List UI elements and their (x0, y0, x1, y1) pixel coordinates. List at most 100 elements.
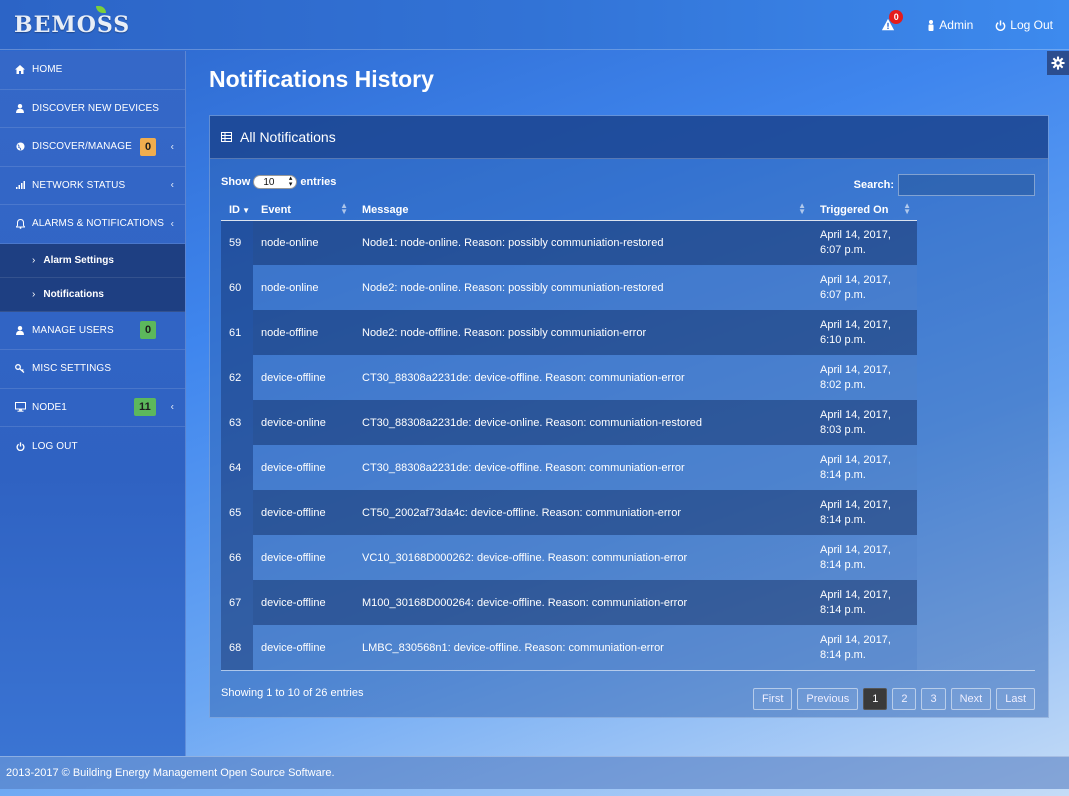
pagination-previous-button[interactable]: Previous (797, 688, 859, 710)
alert-count-badge: 0 (889, 10, 904, 24)
triggered-date: April 14, 2017, (820, 633, 891, 646)
sidebar-subitem-alarm-settings[interactable]: › Alarm Settings (0, 243, 185, 278)
cell-id: 63 (221, 400, 253, 445)
alerts-button[interactable]: 0 (881, 10, 904, 33)
cell-id: 64 (221, 445, 253, 490)
page-length-control: Show 10 ▴ ▾ entries (221, 175, 337, 189)
sidebar-item-discover-new-devices[interactable]: DISCOVER NEW DEVICES (0, 90, 185, 128)
sidebar-item-discover-manage[interactable]: DISCOVER/MANAGE 0 ‹ (0, 128, 185, 167)
pagination-last-button[interactable]: Last (996, 688, 1035, 710)
column-header-event[interactable]: Event ▲ ▼ (253, 200, 354, 221)
sidebar-subitem-notifications[interactable]: › Notifications (0, 277, 185, 312)
search-control: Search: (854, 174, 1035, 196)
cell-event: node-online (253, 265, 354, 310)
bemoss-logo[interactable]: BEMOSS (14, 6, 130, 38)
triggered-date: April 14, 2017, (820, 408, 891, 421)
page-length-select[interactable]: 10 ▴ ▾ (253, 175, 298, 189)
table-row[interactable]: 65 device-offline CT50_2002af73da4c: devic… (221, 490, 917, 535)
notifications-table: ID ▼ Event ▲ ▼ Message ▲ ▼ Triggered On ▲ ▼… (221, 200, 917, 670)
notifications-panel: All Notifications Show 10 ▴ ▾ entries Sea… (209, 115, 1049, 718)
table-row[interactable]: 67 device-offline M100_30168D000264: devic… (221, 580, 917, 625)
sidebar-item-misc-settings[interactable]: MISC SETTINGS (0, 350, 185, 389)
sidebar-item-home[interactable]: HOME (0, 51, 185, 90)
cell-event: device-offline (253, 580, 354, 625)
triggered-date: April 14, 2017, (820, 228, 891, 241)
triggered-time: 8:14 p.m. (820, 603, 866, 616)
table-row[interactable]: 62 device-offline CT30_88308a2231de: devic… (221, 355, 917, 400)
search-input[interactable] (898, 174, 1035, 196)
cell-message: Node2: node-online. Reason: possibly com… (354, 265, 812, 310)
sidebar-item-manage-users[interactable]: MANAGE USERS 0 (0, 312, 185, 350)
table-row[interactable]: 66 device-offline VC10_30168D000262: devic… (221, 535, 917, 580)
user-icon (14, 103, 26, 113)
sidebar-item-node1[interactable]: NODE1 11 ‹ (0, 389, 185, 427)
user-icon (14, 325, 26, 335)
panel-header: All Notifications (210, 116, 1048, 159)
sidebar-item-network-status[interactable]: NETWORK STATUS ‹ (0, 167, 185, 205)
logout-label: Log Out (1010, 18, 1053, 32)
triggered-time: 8:14 p.m. (820, 558, 866, 571)
discover-manage-count-badge: 0 (140, 137, 157, 156)
logout-link[interactable]: Log Out (995, 18, 1053, 32)
column-header-id[interactable]: ID ▼ (221, 200, 253, 221)
cell-triggered-on: April 14, 2017, 6:07 p.m. (812, 265, 917, 310)
column-header-message[interactable]: Message ▲ ▼ (354, 200, 812, 221)
table-row[interactable]: 61 node-offline Node2: node-offline. Reaso… (221, 310, 917, 355)
footer: 2013-2017 © Building Energy Management O… (0, 756, 1069, 789)
sort-desc-icon: ▼ (242, 206, 250, 215)
table-row[interactable]: 60 node-online Node2: node-online. Reason:… (221, 265, 917, 310)
cell-id: 60 (221, 265, 253, 310)
table-row[interactable]: 63 device-online CT30_88308a2231de: device… (221, 400, 917, 445)
panel-title: All Notifications (240, 129, 336, 145)
pagination-page-2-button[interactable]: 2 (892, 688, 917, 710)
pagination-page-3-button[interactable]: 3 (921, 688, 946, 710)
cell-id: 59 (221, 220, 253, 265)
cell-event: device-offline (253, 625, 354, 670)
signal-icon (14, 181, 26, 190)
settings-toggle-button[interactable] (1047, 51, 1069, 75)
gear-icon (1051, 56, 1065, 70)
top-navbar: BEMOSS 0 Admin Log Out (0, 0, 1069, 50)
chevron-left-icon: ‹ (170, 141, 174, 153)
table-row[interactable]: 64 device-offline CT30_88308a2231de: devic… (221, 445, 917, 490)
triggered-time: 6:07 p.m. (820, 288, 866, 301)
triggered-time: 8:03 p.m. (820, 423, 866, 436)
table-icon (221, 132, 232, 142)
cell-event: device-online (253, 400, 354, 445)
stepper-icon: ▴ ▾ (288, 175, 293, 188)
table-row[interactable]: 68 device-offline LMBC_830568n1: device-of… (221, 625, 917, 670)
admin-menu[interactable]: Admin (927, 18, 973, 32)
chevron-right-icon: › (32, 288, 36, 300)
admin-label: Admin (939, 18, 974, 32)
cell-id: 66 (221, 535, 253, 580)
triggered-time: 8:02 p.m. (820, 378, 866, 391)
sidebar-item-log-out[interactable]: LOG OUT (0, 427, 185, 466)
cell-message: CT30_88308a2231de: device-offline. Reaso… (354, 355, 812, 400)
cell-triggered-on: April 14, 2017, 8:03 p.m. (812, 400, 917, 445)
pagination-next-button[interactable]: Next (950, 688, 992, 710)
triggered-time: 6:10 p.m. (820, 333, 866, 346)
triggered-date: April 14, 2017, (820, 498, 891, 511)
pagination-page-1-button[interactable]: 1 (863, 688, 888, 710)
cell-triggered-on: April 14, 2017, 6:07 p.m. (812, 220, 917, 265)
cell-id: 67 (221, 580, 253, 625)
cell-triggered-on: April 14, 2017, 8:14 p.m. (812, 580, 917, 625)
triggered-time: 8:14 p.m. (820, 648, 866, 661)
pagination-first-button[interactable]: First (753, 688, 793, 710)
sidebar-item-alarms-notifications[interactable]: ALARMS & NOTIFICATIONS ‹ (0, 205, 185, 244)
cell-message: VC10_30168D000262: device-offline. Reaso… (354, 535, 812, 580)
power-icon (996, 19, 1006, 31)
column-header-triggered-on[interactable]: Triggered On ▲ ▼ (812, 200, 917, 221)
cell-event: node-online (253, 220, 354, 265)
cell-message: LMBC_830568n1: device-offline. Reason: c… (354, 625, 812, 670)
table-row[interactable]: 59 node-online Node1: node-online. Reason:… (221, 220, 917, 265)
cell-event: device-offline (253, 445, 354, 490)
manage-users-count-badge: 0 (140, 321, 157, 340)
cell-message: CT30_88308a2231de: device-offline. Reaso… (354, 445, 812, 490)
chevron-left-icon: ‹ (170, 179, 174, 191)
chevron-right-icon: › (32, 254, 36, 266)
cell-triggered-on: April 14, 2017, 8:14 p.m. (812, 490, 917, 535)
cell-id: 62 (221, 355, 253, 400)
sort-icon: ▲ ▼ (340, 201, 348, 216)
cell-message: Node1: node-online. Reason: possibly com… (354, 220, 812, 265)
